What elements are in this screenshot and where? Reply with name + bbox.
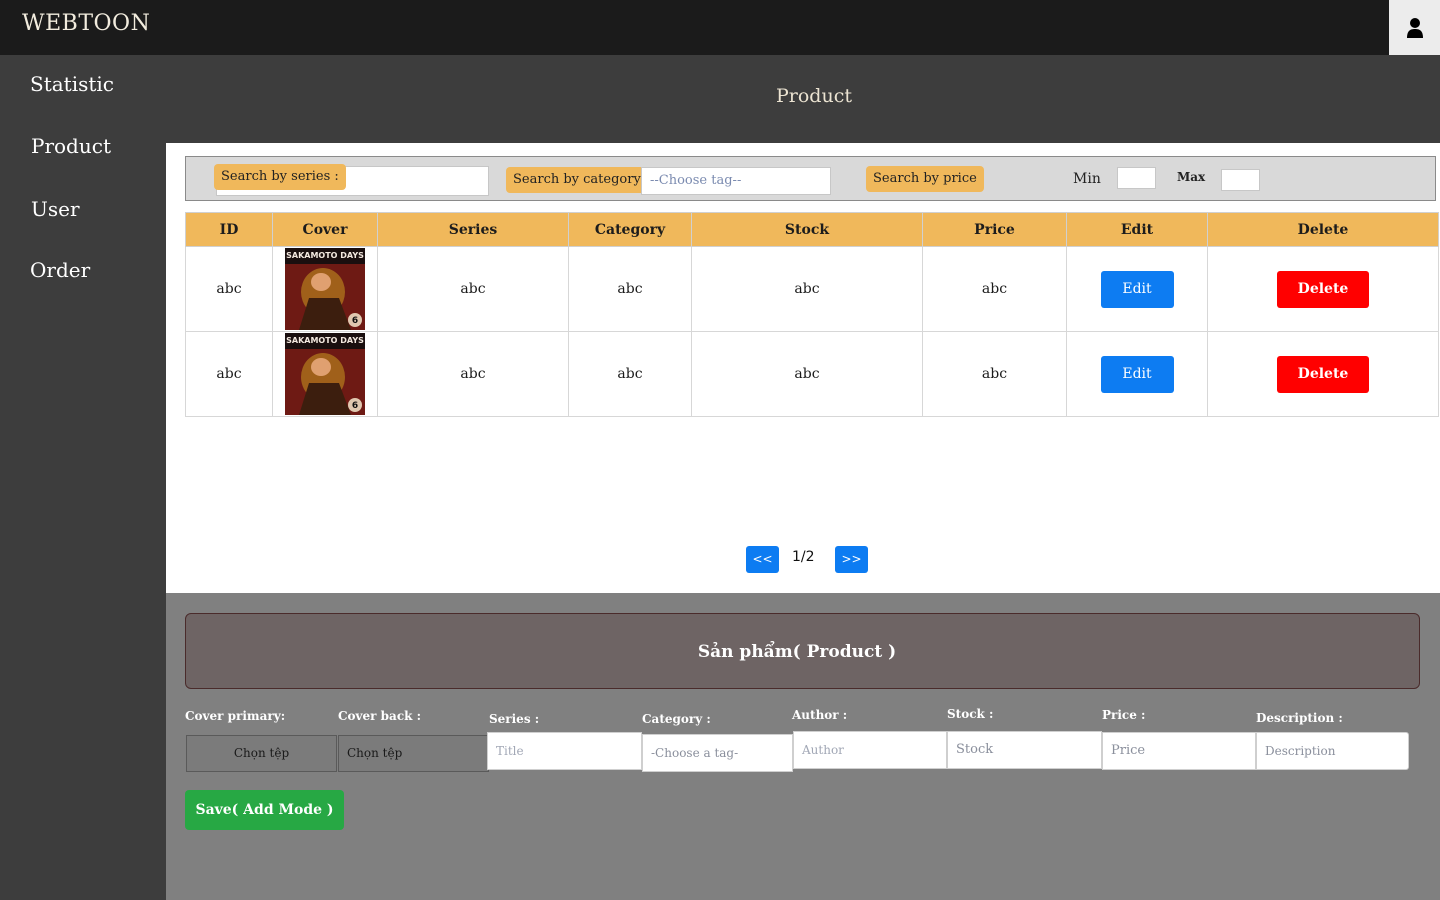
user-account-button[interactable]	[1389, 0, 1440, 55]
delete-button[interactable]: Delete	[1277, 270, 1369, 308]
max-price-input[interactable]	[1221, 169, 1260, 191]
delete-button[interactable]: Delete	[1277, 355, 1369, 393]
sidebar-item-product[interactable]: Product	[31, 134, 111, 158]
cell-price: abc	[922, 246, 1067, 332]
category-select[interactable]: --Choose tag--	[641, 167, 831, 195]
cell-stock: abc	[691, 331, 923, 417]
stock-label: Stock :	[947, 707, 994, 721]
cell-series: abc	[377, 331, 569, 417]
category-select[interactable]: -Choose a tag-	[642, 734, 793, 772]
page-indicator: 1/2	[792, 549, 815, 565]
table-row: abc SAKAMOTO DAYS 6 abc abc abc abc Edit…	[185, 246, 1439, 332]
description-input[interactable]: Description	[1256, 732, 1409, 770]
cover-title: SAKAMOTO DAYS	[286, 336, 364, 345]
form-banner: Sản phẩm( Product )	[185, 613, 1420, 689]
column-header-category: Category	[568, 212, 692, 247]
author-input[interactable]: Author	[793, 731, 947, 769]
description-label: Description :	[1256, 711, 1343, 725]
product-table: ID Cover Series Category Stock Price Edi…	[185, 212, 1439, 417]
cell-id: abc	[185, 331, 273, 417]
edit-button[interactable]: Edit	[1100, 355, 1174, 393]
brand-logo[interactable]: WEBTOON	[22, 11, 150, 36]
search-by-category-label: Search by category :	[506, 167, 657, 193]
column-header-id: ID	[185, 212, 273, 247]
cell-stock: abc	[691, 246, 923, 332]
sidebar-item-statistic[interactable]: Statistic	[30, 72, 114, 96]
cover-title: SAKAMOTO DAYS	[286, 251, 364, 260]
column-header-price: Price	[922, 212, 1067, 247]
cell-edit: Edit	[1066, 331, 1208, 417]
cell-category: abc	[568, 331, 692, 417]
price-label: Price :	[1102, 708, 1146, 722]
edit-button[interactable]: Edit	[1100, 270, 1174, 308]
cell-delete: Delete	[1207, 331, 1439, 417]
price-input[interactable]: Price	[1102, 732, 1256, 770]
cell-edit: Edit	[1066, 246, 1208, 332]
table-header-row: ID Cover Series Category Stock Price Edi…	[185, 212, 1439, 247]
column-header-cover: Cover	[272, 212, 378, 247]
sidebar: Statistic Product User Order	[0, 55, 166, 900]
form-title: Sản phẩm( Product )	[697, 642, 897, 662]
series-label: Series :	[489, 712, 540, 726]
column-header-series: Series	[377, 212, 569, 247]
column-header-edit: Edit	[1066, 212, 1208, 247]
sidebar-item-user[interactable]: User	[31, 197, 80, 221]
cover-thumbnail: SAKAMOTO DAYS 6	[285, 333, 365, 415]
stock-input[interactable]: Stock	[947, 731, 1102, 769]
min-price-input[interactable]	[1117, 167, 1156, 189]
search-by-price-button[interactable]: Search by price	[866, 166, 984, 192]
column-header-delete: Delete	[1207, 212, 1439, 247]
cover-thumbnail: SAKAMOTO DAYS 6	[285, 248, 365, 330]
max-label: Max	[1177, 170, 1206, 184]
page-title: Product	[776, 85, 852, 107]
sidebar-item-order[interactable]: Order	[30, 258, 90, 282]
category-label: Category :	[642, 712, 711, 726]
top-bar: WEBTOON	[0, 0, 1440, 55]
author-label: Author :	[792, 708, 848, 722]
cover-back-label: Cover back :	[338, 709, 422, 723]
cover-back-file-button[interactable]: Chọn tệp	[338, 735, 489, 772]
cover-primary-label: Cover primary:	[185, 709, 286, 723]
min-label: Min	[1073, 171, 1101, 187]
search-by-series-label: Search by series :	[214, 164, 346, 190]
column-header-stock: Stock	[691, 212, 923, 247]
cover-volume: 6	[352, 401, 358, 411]
next-page-button[interactable]: >>	[835, 546, 868, 573]
save-button[interactable]: Save( Add Mode )	[185, 790, 344, 830]
cell-cover: SAKAMOTO DAYS 6	[272, 246, 378, 332]
search-bar: Search by series : Search by category : …	[185, 156, 1436, 201]
cover-primary-file-button[interactable]: Chọn tệp	[186, 735, 337, 772]
series-title-input[interactable]: Title	[487, 732, 642, 770]
cell-id: abc	[185, 246, 273, 332]
user-icon	[1406, 17, 1423, 38]
cell-price: abc	[922, 331, 1067, 417]
cell-cover: SAKAMOTO DAYS 6	[272, 331, 378, 417]
table-row: abc SAKAMOTO DAYS 6 abc abc abc abc Edit…	[185, 331, 1439, 417]
cell-delete: Delete	[1207, 246, 1439, 332]
cell-series: abc	[377, 246, 569, 332]
prev-page-button[interactable]: <<	[746, 546, 779, 573]
main-header: Product	[166, 55, 1440, 143]
cover-volume: 6	[352, 316, 358, 326]
cell-category: abc	[568, 246, 692, 332]
product-list-panel: Search by series : Search by category : …	[166, 143, 1440, 593]
product-form: Sản phẩm( Product ) Cover primary: Cover…	[166, 593, 1440, 900]
